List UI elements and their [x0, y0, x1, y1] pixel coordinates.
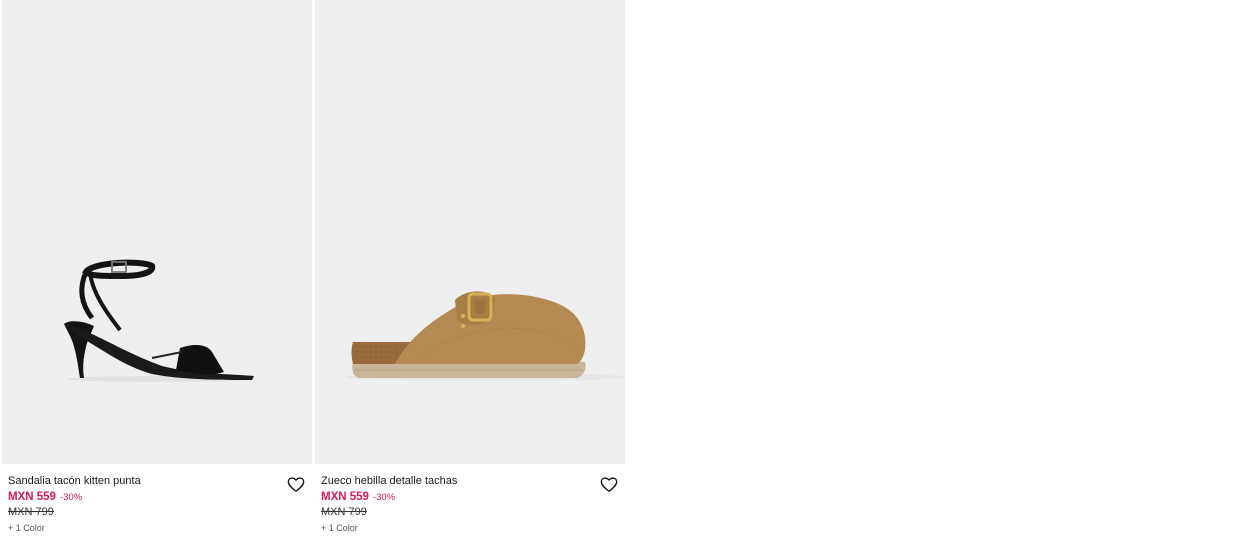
price-row: MXN 559 -30%: [8, 491, 306, 503]
product-name[interactable]: Sandalia tacón kitten punta: [8, 475, 306, 488]
tan-suede-buckle-clog-icon: [345, 291, 625, 381]
heart-icon: [600, 476, 618, 492]
wishlist-button[interactable]: [286, 474, 306, 494]
color-count[interactable]: + 1 Color: [8, 523, 306, 533]
product-info: Zueco hebilla detalle tachas MXN 559 -30…: [315, 464, 625, 556]
discount-badge: -30%: [372, 492, 396, 503]
product-card[interactable]: Zueco hebilla detalle tachas MXN 559 -30…: [315, 0, 625, 556]
product-image[interactable]: [2, 0, 312, 464]
wishlist-button[interactable]: [599, 474, 619, 494]
sale-price: MXN 559: [8, 491, 56, 503]
product-grid: Sandalia tacón kitten punta MXN 559 -30%…: [0, 0, 625, 556]
product-image[interactable]: [315, 0, 625, 464]
original-price: MXN 799: [321, 506, 367, 518]
product-card[interactable]: Sandalia tacón kitten punta MXN 559 -30%…: [2, 0, 312, 556]
product-name[interactable]: Zueco hebilla detalle tachas: [321, 475, 619, 488]
color-count[interactable]: + 1 Color: [321, 523, 619, 533]
sale-price: MXN 559: [321, 491, 369, 503]
discount-badge: -30%: [59, 492, 83, 503]
product-info: Sandalia tacón kitten punta MXN 559 -30%…: [2, 464, 312, 556]
black-kitten-heel-sandal-icon: [64, 259, 257, 382]
heart-icon: [287, 476, 305, 492]
price-row: MXN 559 -30%: [321, 491, 619, 503]
original-price: MXN 799: [8, 506, 54, 518]
